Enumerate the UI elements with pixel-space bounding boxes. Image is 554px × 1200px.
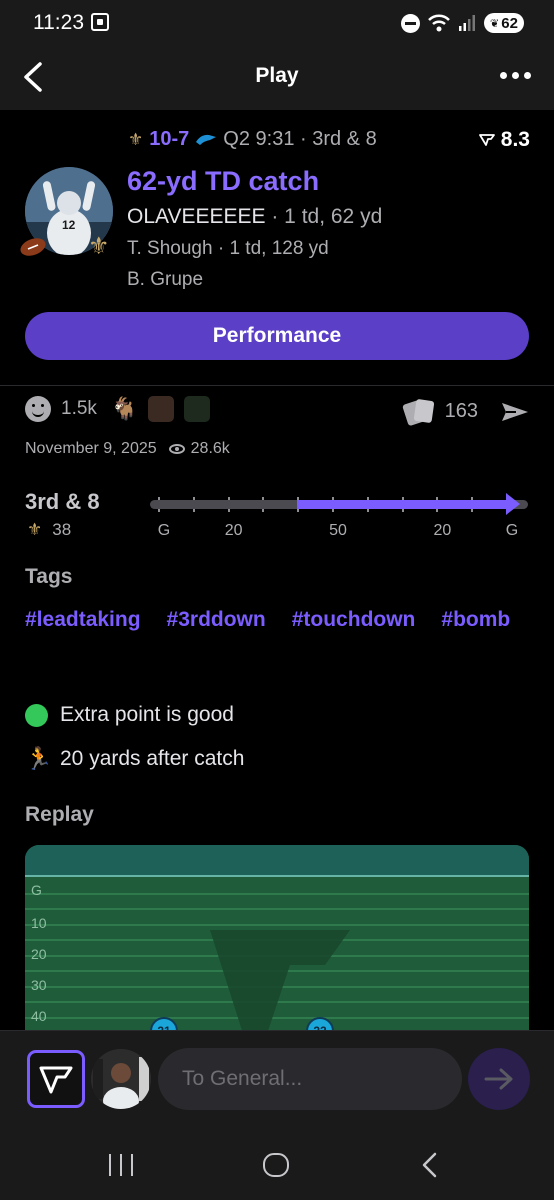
status-time: 11:23 [33, 11, 84, 34]
drive-progress-fill [297, 500, 506, 509]
send-button[interactable] [468, 1048, 530, 1110]
primary-player-name: OLAVEEEEEE [127, 205, 266, 228]
runner-icon: 🏃 [25, 746, 53, 771]
arrow-right-icon [484, 1068, 513, 1090]
app-logo-watermark [210, 930, 350, 1035]
tags-list: #leadtaking #3rddown #touchdown #bomb [25, 608, 529, 632]
yard-line: ⚜ 38 [27, 520, 71, 540]
system-navigation [0, 1124, 554, 1200]
play-note: 🏃 20 yards after catch [25, 746, 244, 772]
user-avatar[interactable] [91, 1049, 151, 1109]
rating-value: 8.3 [500, 128, 530, 151]
page-title: Play [255, 64, 299, 87]
reactions[interactable]: 1.5k 🐐 [25, 396, 211, 422]
primary-player[interactable]: OLAVEEEEEE · 1 td, 62 yd [127, 205, 382, 229]
screenshot-icon [91, 13, 109, 31]
recents-button[interactable] [109, 1154, 133, 1176]
panthers-logo-icon [196, 134, 217, 145]
field-label: G [157, 522, 171, 539]
line-icon [109, 1154, 111, 1176]
game-situation: Q2 9:31 · 3rd & 8 [223, 128, 377, 150]
message-composer [0, 1030, 554, 1124]
eye-icon [168, 444, 185, 454]
reactions-count: 1.5k [61, 398, 97, 419]
custom-emoji-icon[interactable] [148, 396, 175, 422]
user-avatar-photo [91, 1049, 151, 1109]
goat-icon[interactable]: 🐐 [111, 396, 138, 422]
line-icon [120, 1154, 122, 1176]
status-icons: ❦ 62 [401, 12, 524, 34]
play-note: Extra point is good [25, 703, 234, 727]
play-date: November 9, 2025 [25, 440, 157, 457]
football-icon [20, 238, 46, 256]
score: 10-7 [149, 128, 190, 150]
replay-heading: Replay [25, 803, 94, 826]
cards-icon [403, 398, 435, 424]
team-badge-icon: ⚜ [88, 233, 110, 260]
saints-logo-icon: ⚜ [27, 520, 43, 539]
tag-link[interactable]: #touchdown [292, 608, 416, 632]
note-text: 20 yards after catch [60, 747, 245, 770]
views-count: 28.6k [190, 440, 230, 457]
dot-icon [500, 72, 507, 79]
drive-arrow-icon [506, 493, 520, 515]
tertiary-player[interactable]: B. Grupe [127, 269, 203, 291]
note-text: Extra point is good [60, 703, 234, 726]
field-label: G [505, 522, 519, 539]
message-input[interactable] [158, 1048, 462, 1110]
endzone [25, 845, 529, 877]
battery-indicator: ❦ 62 [484, 13, 524, 33]
smile-icon[interactable] [25, 396, 51, 422]
cards-count[interactable]: 163 [403, 398, 478, 424]
wifi-icon [428, 14, 450, 32]
field-label: 20 [224, 522, 243, 539]
field-yard-label: 40 [31, 1008, 47, 1024]
app-logo-button[interactable] [27, 1050, 85, 1108]
send-share-icon[interactable] [500, 400, 530, 424]
cards-count-value: 163 [444, 399, 478, 422]
primary-player-stat: · 1 td, 62 yd [265, 205, 383, 228]
divider [0, 385, 554, 386]
field-label: 20 [433, 522, 452, 539]
do-not-disturb-icon [401, 13, 420, 33]
play-title[interactable]: 62-yd TD catch [127, 166, 319, 197]
dot-icon [524, 72, 531, 79]
field-yard-label: G [31, 882, 42, 898]
status-bar: 11:23 ❦ 62 [0, 0, 554, 46]
nav-bar: Play [0, 46, 554, 110]
dot-icon [512, 72, 519, 79]
down-and-distance: 3rd & 8 [25, 489, 100, 514]
home-button[interactable] [263, 1153, 289, 1177]
performance-button[interactable]: Performance [25, 312, 529, 360]
field-position-bar [150, 493, 530, 515]
saints-logo-icon: ⚜ [128, 129, 144, 149]
field-yard-label: 20 [31, 946, 47, 962]
yard-line [25, 908, 529, 910]
tag-link[interactable]: #3rddown [167, 608, 266, 632]
score-line: ⚜ 10-7 Q2 9:31 · 3rd & 8 [128, 128, 377, 151]
tag-link[interactable]: #leadtaking [25, 608, 141, 632]
field-yard-label: 30 [31, 977, 47, 993]
field-yard-label: 10 [31, 915, 47, 931]
system-back-button[interactable] [420, 1152, 440, 1178]
rating-logo-icon [478, 134, 495, 146]
play-rating: 8.3 [478, 128, 530, 152]
yard-line [25, 893, 529, 895]
app-logo-icon [39, 1066, 73, 1094]
custom-emoji-icon[interactable] [184, 396, 211, 422]
field-label: 50 [329, 522, 347, 539]
replay-field[interactable]: G 10 20 30 40 21 22 [25, 845, 529, 1035]
line-icon [131, 1154, 133, 1176]
signal-icon [459, 15, 475, 31]
more-options-button[interactable] [500, 72, 534, 84]
svg-text:12: 12 [62, 218, 76, 232]
secondary-player[interactable]: T. Shough · 1 td, 128 yd [127, 238, 329, 260]
tags-heading: Tags [25, 565, 73, 588]
yard-line-value: 38 [52, 520, 72, 539]
battery-level: 62 [501, 14, 518, 32]
green-circle-icon [25, 703, 48, 727]
tag-link[interactable]: #bomb [441, 608, 510, 632]
date-line: November 9, 2025 28.6k [25, 440, 230, 458]
leaf-icon: ❦ [490, 17, 500, 30]
